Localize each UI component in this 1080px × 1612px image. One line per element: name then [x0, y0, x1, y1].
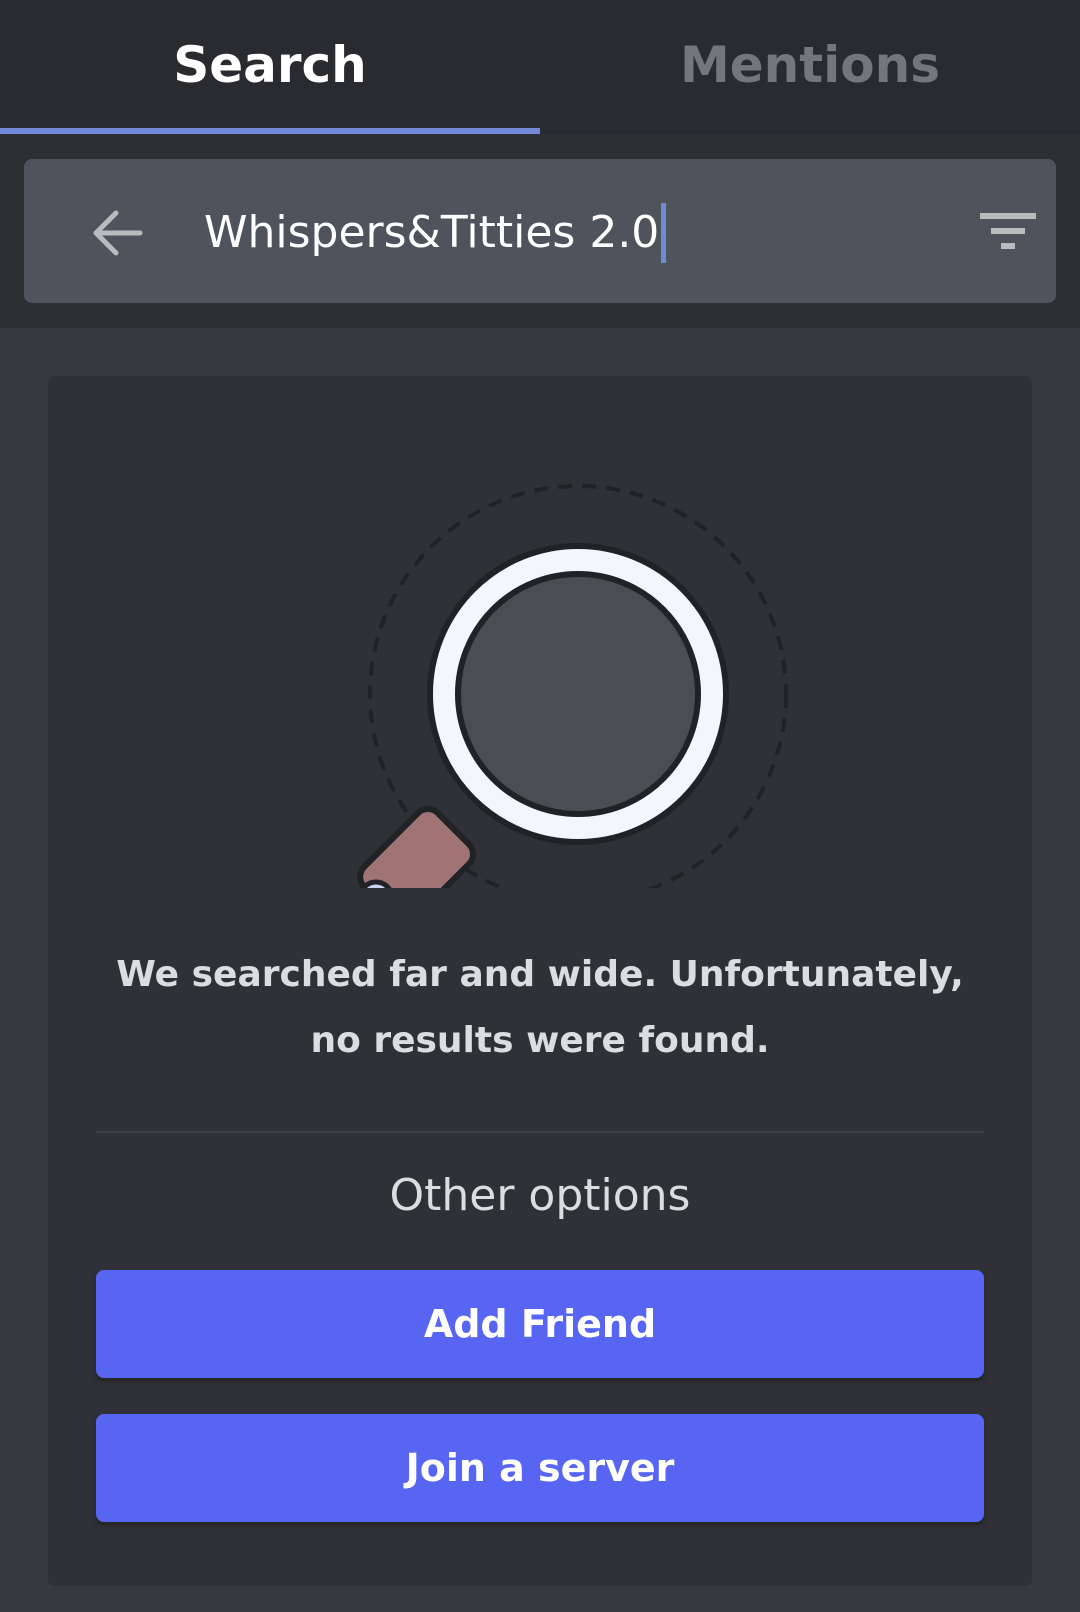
tab-bar: Search Mentions [0, 0, 1080, 134]
search-bar: Whispers&Titties 2.0 [24, 159, 1056, 303]
magnifying-glass-icon [318, 438, 818, 925]
join-server-button[interactable]: Join a server [96, 1414, 984, 1522]
tab-mentions[interactable]: Mentions [540, 0, 1080, 134]
search-input-value: Whispers&Titties 2.0 [204, 207, 660, 258]
search-header: Whispers&Titties 2.0 [0, 134, 1080, 328]
text-caret [661, 203, 667, 263]
arrow-left-icon[interactable] [90, 205, 146, 261]
filter-icon[interactable] [978, 209, 1038, 253]
empty-state-message-line1: We searched far and wide. Unfortunately, [116, 954, 964, 995]
search-input[interactable]: Whispers&Titties 2.0 [204, 203, 667, 263]
empty-state-message-line2: no results were found. [310, 1020, 770, 1061]
divider [96, 1131, 984, 1133]
empty-state-card: We searched far and wide. Unfortunately,… [48, 376, 1032, 1586]
other-options-heading: Other options [389, 1170, 691, 1221]
empty-state-message: We searched far and wide. Unfortunately,… [48, 942, 1032, 1074]
tab-search[interactable]: Search [0, 0, 540, 134]
add-friend-button[interactable]: Add Friend [96, 1270, 984, 1378]
